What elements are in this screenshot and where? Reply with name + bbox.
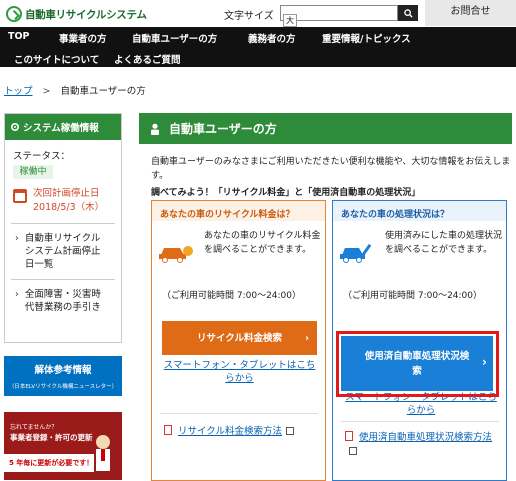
nav-top[interactable]: TOP [8, 31, 30, 42]
breadcrumb-separator: > [42, 86, 51, 97]
global-nav: TOP 事業者の方 自動車ユーザーの方 義務者の方 重要情報/トピックス このサ… [0, 27, 516, 67]
fontsize-large-button[interactable]: 大 [283, 14, 297, 27]
nav-car-users[interactable]: 自動車ユーザーの方 [132, 31, 217, 45]
nav-obligors[interactable]: 義務者の方 [248, 31, 296, 45]
logo-icon [6, 6, 22, 22]
status-label: ステータス： [13, 151, 71, 162]
breadcrumb: トップ > 自動車ユーザーの方 [4, 83, 146, 97]
page-title: 自動車ユーザーの方 [139, 113, 512, 144]
recycling-fee-hours: （ご利用可能時間 7:00～24:00） [162, 291, 302, 301]
nav-about[interactable]: このサイトについて [14, 52, 99, 66]
logo-text: 自動車リサイクルシステム [25, 8, 147, 21]
processing-status-hours: （ご利用可能時間 7:00～24:00） [343, 291, 483, 301]
manual-link-text: 使用済自動車処理状況検索方法 [359, 432, 493, 443]
section-subheading: 調べてみよう！「リサイクル料金」と「使用済自動車の処理状況」 [151, 188, 421, 198]
pdf-icon [345, 431, 353, 441]
recycling-fee-search-button[interactable]: リサイクル料金検索 › [162, 321, 317, 355]
chevron-right-icon: › [15, 233, 19, 244]
external-link-icon [286, 427, 295, 435]
banner-text: 忘れてませんか？ [10, 424, 58, 431]
breadcrumb-current: 自動車ユーザーの方 [60, 86, 146, 97]
next-stop-label: 次回計画停止日 [33, 188, 100, 199]
nav-faq[interactable]: よくあるご質問 [114, 52, 181, 66]
sidebar-link-text: 日一覧 [24, 259, 54, 270]
status-badge: 稼働中 [13, 165, 53, 179]
site-logo[interactable]: 自動車リサイクルシステム [6, 6, 147, 22]
sidebar-link-stop-schedule[interactable]: › 自動車リサイクル システム計画停止 日一覧 [15, 232, 115, 271]
gear-icon [10, 122, 20, 132]
next-stop-date: 2018/5/3（木） [33, 202, 105, 213]
banner-text: 5 年毎に更新が必要です！ [4, 454, 94, 472]
site-header: 自動車リサイクルシステム 文字サイズ 大 お問合せ [0, 0, 516, 27]
user-icon [151, 123, 159, 135]
sidebar-link-text: 代替業務の手引き [24, 302, 101, 313]
car-fee-icon [159, 246, 193, 263]
sidebar-link-text: 全面障害・災害時 [24, 289, 101, 300]
button-label: リサイクル料金検索 [196, 332, 283, 344]
pdf-icon [164, 425, 172, 435]
page-title-text: 自動車ユーザーの方 [169, 122, 277, 136]
recycling-fee-manual-link[interactable]: リサイクル料金検索方法 [164, 425, 295, 439]
search-input[interactable] [280, 5, 398, 21]
recycling-fee-description: あなたの車のリサイクル料金を調べることができます。 [204, 231, 321, 255]
sidebar-link-disaster-guide[interactable]: › 全面障害・災害時 代替業務の手引き [15, 288, 115, 314]
system-status-panel: システム稼働情報 ステータス： 稼働中 次回計画停止日 2018/5/3（木） … [4, 113, 122, 343]
reference-title: 解体参考情報 [34, 365, 92, 376]
divider [160, 413, 318, 414]
recycling-fee-smartphone-link[interactable]: スマートフォン・タブレットはこちらから [162, 359, 317, 385]
chevron-right-icon: › [305, 332, 309, 344]
manual-link-text: リサイクル料金検索方法 [178, 426, 283, 437]
processing-status-description: 使用済みにした車の処理状況を調べることができます。 [385, 231, 503, 255]
fontsize-label: 文字サイズ [224, 11, 274, 22]
divider [11, 279, 115, 280]
search-icon [403, 8, 413, 18]
system-status-title-text: システム稼働情報 [23, 123, 99, 134]
contact-button[interactable]: お問合せ [425, 0, 516, 26]
external-link-icon [349, 447, 357, 455]
processing-status-card: あなたの車の処理状況は？ 使用済みにした車の処理状況を調べることができます。 （… [332, 200, 507, 481]
intro-text: 自動車ユーザーのみなさまにご利用いただきたい便利な機能や、大切な情報をお伝えしま… [151, 157, 511, 181]
nav-topics[interactable]: 重要情報/トピックス [322, 31, 411, 45]
dismantling-reference-banner[interactable]: 解体参考情報 （日本ELVリサイクル機構ニュースレター） [4, 356, 122, 396]
divider [341, 421, 499, 422]
sidebar-link-text: システム計画停止 [24, 246, 101, 257]
highlight-box [336, 331, 499, 397]
nav-business[interactable]: 事業者の方 [59, 31, 107, 45]
breadcrumb-home-link[interactable]: トップ [4, 86, 33, 97]
person-illustration-icon [96, 435, 110, 471]
chevron-right-icon: › [15, 289, 19, 300]
reference-subtitle: （日本ELVリサイクル機構ニュースレター） [8, 384, 118, 390]
registration-renewal-banner[interactable]: 忘れてませんか？ 事業者登録・許可の更新 5 年毎に更新が必要です！ [4, 412, 122, 480]
system-status-title: システム稼働情報 [5, 114, 121, 140]
banner-text: 事業者登録・許可の更新 [10, 433, 93, 442]
recycling-fee-heading: あなたの車のリサイクル料金は？ [152, 201, 325, 221]
sidebar-link-text: 自動車リサイクル [24, 233, 101, 244]
divider [11, 223, 115, 224]
processing-status-manual-link[interactable]: 使用済自動車処理状況検索方法 [345, 431, 495, 459]
calendar-icon [13, 189, 27, 203]
recycling-fee-card: あなたの車のリサイクル料金は？ あなたの車のリサイクル料金を調べることができます… [151, 200, 326, 481]
processing-status-heading: あなたの車の処理状況は？ [333, 201, 506, 221]
next-stop-info: 次回計画停止日 2018/5/3（木） [13, 187, 121, 215]
search-button[interactable] [398, 5, 418, 21]
car-wrench-icon [340, 243, 372, 263]
